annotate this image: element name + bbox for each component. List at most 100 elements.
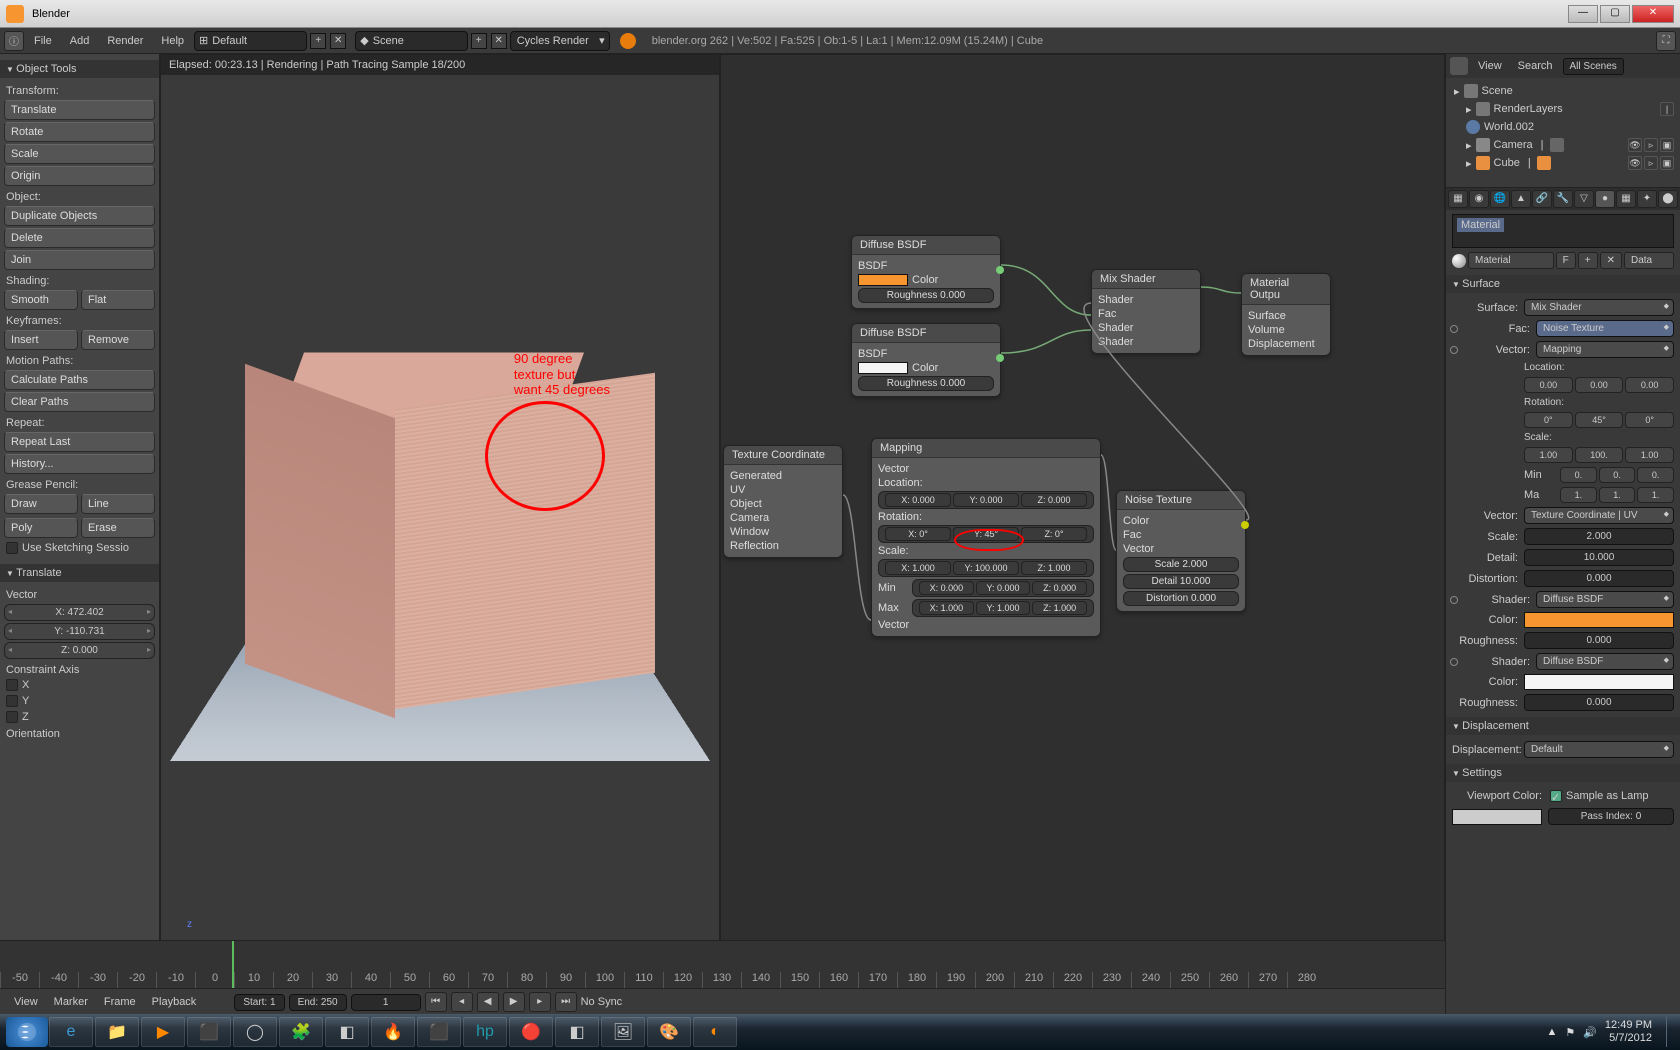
constraint-z[interactable]: Z xyxy=(4,709,155,725)
scene-add[interactable]: + xyxy=(471,33,487,49)
keyframe-next-icon[interactable]: ▸ xyxy=(529,992,551,1012)
mapping-max[interactable]: X: 1.000Y: 1.000Z: 1.000 xyxy=(912,599,1094,617)
viewport-color[interactable] xyxy=(1452,809,1542,825)
mapping-scale[interactable]: X: 1.000Y: 100.000Z: 1.000 xyxy=(878,559,1094,577)
taskbar-app-icon[interactable]: ⬛ xyxy=(417,1017,461,1047)
taskbar-app-icon[interactable]: 🖼 xyxy=(601,1017,645,1047)
rough1[interactable]: 0.000 xyxy=(1524,632,1674,649)
show-desktop-button[interactable] xyxy=(1666,1017,1674,1047)
outliner-scene[interactable]: ▸Scene xyxy=(1450,82,1676,100)
color2-swatch[interactable] xyxy=(1524,674,1674,690)
surface-header[interactable]: Surface xyxy=(1446,275,1680,293)
tray-flag-icon[interactable]: ⚑ xyxy=(1565,1026,1575,1039)
cursor-icon[interactable]: ▹ xyxy=(1644,156,1658,170)
frame-start[interactable]: Start: 1 xyxy=(234,994,284,1011)
noise-detail[interactable]: 10.000 xyxy=(1524,549,1674,566)
play-reverse-icon[interactable]: ◀ xyxy=(477,992,499,1012)
node-mix-shader[interactable]: Mix Shader Shader Fac Shader Shader xyxy=(1091,269,1201,354)
frame-end[interactable]: End: 250 xyxy=(289,994,347,1011)
pass-index[interactable]: Pass Index: 0 xyxy=(1548,808,1674,825)
noise-distortion[interactable]: Distortion 0.000 xyxy=(1123,591,1239,606)
outliner-cube[interactable]: ▸Cube|👁▹▣ xyxy=(1450,154,1676,172)
scene-input[interactable] xyxy=(373,35,463,47)
constraint-y[interactable]: Y xyxy=(4,693,155,709)
origin-button[interactable]: Origin xyxy=(4,166,155,186)
flat-button[interactable]: Flat xyxy=(81,290,155,310)
tl-menu-frame[interactable]: Frame xyxy=(98,994,142,1010)
timeline[interactable]: -50-40-30-20-100102030405060708090100110… xyxy=(0,940,1445,1014)
layout-del[interactable]: ✕ xyxy=(330,33,346,49)
mapping-scale[interactable]: 1.00100.1.00 xyxy=(1524,447,1674,463)
outliner-renderlayers[interactable]: ▸RenderLayers| xyxy=(1450,100,1676,118)
mapping-min[interactable]: X: 0.000Y: 0.000Z: 0.000 xyxy=(912,579,1094,597)
play-icon[interactable]: ▶ xyxy=(503,992,525,1012)
properties-panel[interactable]: Material Material F + ✕ Data Surface Sur… xyxy=(1446,210,1680,1014)
taskbar-chrome-icon[interactable]: 🔴 xyxy=(509,1017,553,1047)
object-tools-header[interactable]: Object Tools xyxy=(0,60,159,78)
restrict-icon[interactable]: | xyxy=(1660,102,1674,116)
mapping-location[interactable]: X: 0.000Y: 0.000Z: 0.000 xyxy=(878,491,1094,509)
node-editor[interactable]: Diffuse BSDF BSDF Color Roughness 0.000 … xyxy=(720,54,1445,988)
outliner-search[interactable]: Search xyxy=(1512,58,1559,74)
mapping-max[interactable]: 1.1.1. xyxy=(1560,487,1674,503)
color-swatch[interactable] xyxy=(858,274,908,286)
join-button[interactable]: Join xyxy=(4,250,155,270)
outliner[interactable]: ▸Scene ▸RenderLayers| World.002 ▸Camera|… xyxy=(1446,78,1680,188)
texcoord-input[interactable]: Texture Coordinate | UV xyxy=(1524,507,1674,524)
gp-poly[interactable]: Poly xyxy=(4,518,78,538)
keyframe-prev-icon[interactable]: ◂ xyxy=(451,992,473,1012)
rough2[interactable]: 0.000 xyxy=(1524,694,1674,711)
surface-shader[interactable]: Mix Shader xyxy=(1524,299,1674,316)
node-diffuse-bsdf-2[interactable]: Diffuse BSDF BSDF Color Roughness 0.000 xyxy=(851,323,1001,397)
taskbar-clock[interactable]: 12:49 PM 5/7/2012 xyxy=(1605,1019,1658,1045)
mapping-location[interactable]: 0.000.000.00 xyxy=(1524,377,1674,393)
mapping-rotation[interactable]: X: 0°Y: 45°Z: 0° xyxy=(878,525,1094,543)
layout-add[interactable]: + xyxy=(310,33,326,49)
duplicate-button[interactable]: Duplicate Objects xyxy=(4,206,155,226)
taskbar-wmp-icon[interactable]: ▶ xyxy=(141,1017,185,1047)
camera-icon[interactable]: ▣ xyxy=(1660,138,1674,152)
sync-mode[interactable]: No Sync xyxy=(581,996,623,1008)
editor-type-icon[interactable]: ⓘ xyxy=(4,31,24,51)
eye-icon[interactable]: 👁 xyxy=(1628,156,1642,170)
noise-distortion[interactable]: 0.000 xyxy=(1524,570,1674,587)
scene-del[interactable]: ✕ xyxy=(491,33,507,49)
taskbar-app-icon[interactable]: 🎨 xyxy=(647,1017,691,1047)
cursor-icon[interactable]: ▹ xyxy=(1644,138,1658,152)
menu-render[interactable]: Render xyxy=(99,32,151,50)
sample-as-lamp[interactable]: ✓Sample as Lamp xyxy=(1548,788,1674,804)
tab-modifiers[interactable]: 🔧 xyxy=(1553,190,1573,208)
displacement-header[interactable]: Displacement xyxy=(1446,717,1680,735)
gp-line[interactable]: Line xyxy=(81,494,155,514)
layout-input[interactable] xyxy=(212,35,302,47)
jump-start-icon[interactable]: ⏮ xyxy=(425,992,447,1012)
op-vector-x[interactable]: X: 472.402 xyxy=(4,604,155,621)
mat-f-button[interactable]: F xyxy=(1556,252,1576,269)
taskbar-explorer-icon[interactable]: 📁 xyxy=(95,1017,139,1047)
scene-select[interactable]: ◆ xyxy=(355,31,467,51)
eye-icon[interactable]: 👁 xyxy=(1628,138,1642,152)
tl-menu-view[interactable]: View xyxy=(8,994,44,1010)
tl-menu-playback[interactable]: Playback xyxy=(146,994,203,1010)
frame-current[interactable]: 1 xyxy=(351,994,421,1011)
tab-world[interactable]: 🌐 xyxy=(1490,190,1510,208)
displacement[interactable]: Default xyxy=(1524,741,1674,758)
noise-scale[interactable]: 2.000 xyxy=(1524,528,1674,545)
taskbar-blender-icon[interactable]: ◐ xyxy=(693,1017,737,1047)
constraint-x[interactable]: X xyxy=(4,677,155,693)
minimize-button[interactable]: — xyxy=(1568,5,1598,23)
mat-add-button[interactable]: + xyxy=(1578,252,1598,269)
gp-erase[interactable]: Erase xyxy=(81,518,155,538)
taskbar-hp-icon[interactable]: hp xyxy=(463,1017,507,1047)
noise-detail[interactable]: Detail 10.000 xyxy=(1123,574,1239,589)
settings-header[interactable]: Settings xyxy=(1446,764,1680,782)
taskbar-app-icon[interactable]: ⬛ xyxy=(187,1017,231,1047)
tab-render[interactable]: ▦ xyxy=(1448,190,1468,208)
repeat-last-button[interactable]: Repeat Last xyxy=(4,432,155,452)
editor-type-icon[interactable] xyxy=(1450,57,1468,75)
calc-paths-button[interactable]: Calculate Paths xyxy=(4,370,155,390)
taskbar-ie-icon[interactable]: e xyxy=(49,1017,93,1047)
scale-button[interactable]: Scale xyxy=(4,144,155,164)
3d-viewport[interactable]: Elapsed: 00:23.13 | Rendering | Path Tra… xyxy=(160,54,720,988)
vector-input[interactable]: Mapping xyxy=(1536,341,1674,358)
